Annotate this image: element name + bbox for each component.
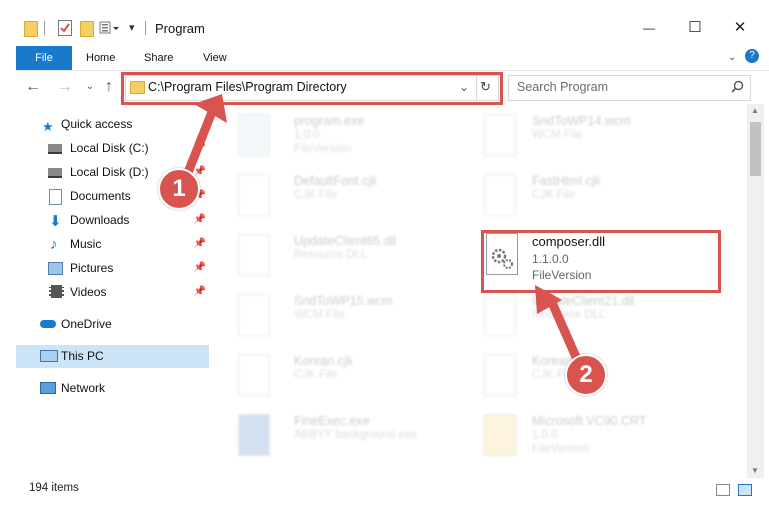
callout-1: 1 — [158, 168, 200, 210]
annotation-arrows — [180, 94, 585, 371]
callout-2: 2 — [565, 354, 607, 396]
